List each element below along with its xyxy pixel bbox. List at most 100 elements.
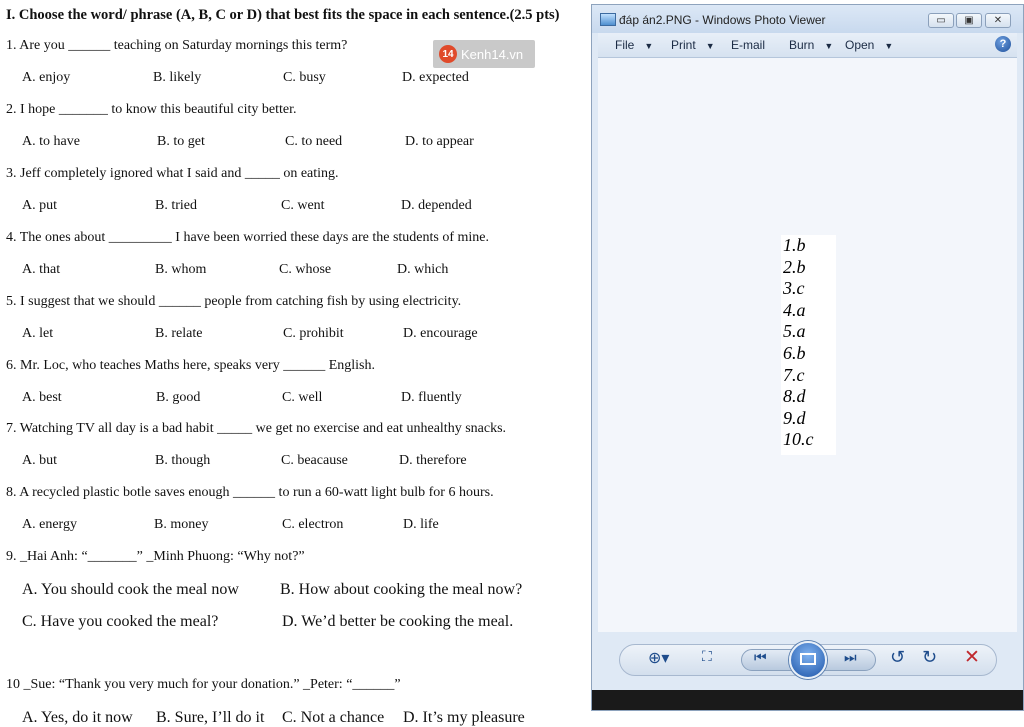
chevron-down-icon: ▼ xyxy=(644,41,654,51)
chevron-down-icon: ▼ xyxy=(824,41,834,51)
chevron-down-icon: ▼ xyxy=(884,41,894,51)
question-7-option-c: C. beacause xyxy=(281,453,348,468)
maximize-button[interactable]: ▣ xyxy=(956,13,982,28)
question-6: 6. Mr. Loc, who teaches Maths here, spea… xyxy=(6,358,375,373)
question-8-option-b: B. money xyxy=(154,517,209,532)
answer-1: 1.b xyxy=(783,235,806,255)
question-3-option-b: B. tried xyxy=(155,198,197,213)
question-7-option-b: B. though xyxy=(155,453,211,468)
question-10-option-c: C. Not a chance xyxy=(282,709,385,726)
answer-key-image: 1.b 2.b 3.c 4.a 5.a 6.b 7.c 8.d 9.d 10.c xyxy=(781,235,836,455)
close-button[interactable]: ✕ xyxy=(985,13,1011,28)
menu-print[interactable]: Print ▼ xyxy=(671,38,715,52)
help-icon[interactable]: ? xyxy=(995,36,1011,52)
question-2-option-a: A. to have xyxy=(22,134,80,149)
exercise-heading: I. Choose the word/ phrase (A, B, C or D… xyxy=(6,7,560,23)
next-icon[interactable]: ⏭ xyxy=(844,650,857,666)
photo-viewer-app-icon xyxy=(600,13,616,26)
title-bar: đáp án2.PNG - Windows Photo Viewer ▭ ▣ ✕ xyxy=(592,5,1023,33)
question-6-option-b: B. good xyxy=(156,390,201,405)
question-4-option-a: A. that xyxy=(22,262,61,277)
question-2: 2. I hope _______ to know this beautiful… xyxy=(6,102,297,117)
menu-email[interactable]: E-mail xyxy=(731,38,765,52)
question-7: 7. Watching TV all day is a bad habit __… xyxy=(6,421,507,436)
menu-open-label: Open xyxy=(845,38,875,52)
kenh14-watermark: 14 Kenh14.vn xyxy=(433,40,535,68)
question-1-option-a: A. enjoy xyxy=(22,70,71,85)
image-canvas: 1.b 2.b 3.c 4.a 5.a 6.b 7.c 8.d 9.d 10.c xyxy=(598,58,1017,632)
taskbar-strip xyxy=(592,690,1023,710)
question-5-option-d: D. encourage xyxy=(403,326,478,341)
actual-size-icon[interactable]: ⛶ xyxy=(702,649,712,665)
question-4: 4. The ones about _________ I have been … xyxy=(6,230,489,245)
previous-icon[interactable]: ⏮ xyxy=(754,650,767,666)
question-9-option-c: C. Have you cooked the meal? xyxy=(22,613,219,630)
question-7-option-a: A. but xyxy=(22,453,57,468)
menu-bar: File ▼ Print ▼ E-mail Burn ▼ Open ▼ ? xyxy=(598,33,1017,58)
question-10: 10 _Sue: “Thank you very much for your d… xyxy=(6,677,401,692)
minimize-button[interactable]: ▭ xyxy=(928,13,954,28)
question-1-option-d: D. expected xyxy=(402,70,469,85)
question-3-option-a: A. put xyxy=(22,198,57,213)
question-1-option-c: C. busy xyxy=(283,70,326,85)
answer-9: 9.d xyxy=(783,407,806,428)
question-8-option-c: C. electron xyxy=(282,517,344,532)
question-8-option-d: D. life xyxy=(403,517,439,532)
question-6-option-a: A. best xyxy=(22,390,62,405)
question-2-option-b: B. to get xyxy=(157,134,205,149)
delete-icon[interactable]: ✕ xyxy=(964,646,980,668)
question-3: 3. Jeff completely ignored what I said a… xyxy=(6,166,339,181)
question-3-option-c: C. went xyxy=(281,198,325,213)
question-4-option-b: B. whom xyxy=(155,262,207,277)
slideshow-button[interactable] xyxy=(789,641,827,679)
question-10-option-d: D. It’s my pleasure xyxy=(403,709,525,726)
menu-burn[interactable]: Burn ▼ xyxy=(789,38,833,52)
question-1-option-b: B. likely xyxy=(153,70,202,85)
watermark-text: Kenh14.vn xyxy=(461,46,524,62)
question-4-option-d: D. which xyxy=(397,262,449,277)
menu-burn-label: Burn xyxy=(789,38,815,52)
answer-10: 10.c xyxy=(783,429,814,450)
answer-3: 3.c xyxy=(783,278,805,299)
menu-print-label: Print xyxy=(671,38,696,52)
question-10-option-a: A. Yes, do it now xyxy=(22,709,133,726)
question-6-option-d: D. fluently xyxy=(401,390,462,405)
question-5-option-c: C. prohibit xyxy=(283,326,344,341)
chevron-down-icon: ▼ xyxy=(705,41,715,51)
menu-open[interactable]: Open ▼ xyxy=(845,38,893,52)
question-10-option-b: B. Sure, I’ll do it xyxy=(156,709,265,726)
worksheet-document: I. Choose the word/ phrase (A, B, C or D… xyxy=(0,0,592,726)
slideshow-icon xyxy=(800,653,816,665)
question-1: 1. Are you ______ teaching on Saturday m… xyxy=(6,38,348,53)
kenh14-logo-icon: 14 xyxy=(439,45,457,63)
photo-viewer-window: đáp án2.PNG - Windows Photo Viewer ▭ ▣ ✕… xyxy=(591,4,1024,711)
answer-7: 7.c xyxy=(783,364,805,385)
question-3-option-d: D. depended xyxy=(401,198,472,213)
question-5-option-a: A. let xyxy=(22,326,54,341)
question-4-option-c: C. whose xyxy=(279,262,332,277)
menu-email-label: E-mail xyxy=(731,38,766,52)
rotate-counterclockwise-icon[interactable]: ↺ xyxy=(890,647,905,668)
answer-4: 4.a xyxy=(783,299,806,320)
rotate-clockwise-icon[interactable]: ↻ xyxy=(922,647,937,668)
question-2-option-d: D. to appear xyxy=(405,134,474,149)
question-9-option-b: B. How about cooking the meal now? xyxy=(280,581,523,598)
question-9: 9. _Hai Anh: “_______” _Minh Phuong: “Wh… xyxy=(6,549,305,564)
question-8-option-a: A. energy xyxy=(22,517,77,532)
question-8: 8. A recycled plastic botle saves enough… xyxy=(6,485,494,500)
menu-file-label: File xyxy=(615,38,635,52)
menu-file[interactable]: File ▼ xyxy=(615,38,653,52)
question-5: 5. I suggest that we should ______ peopl… xyxy=(6,294,462,309)
question-6-option-c: C. well xyxy=(282,390,323,405)
answer-2: 2.b xyxy=(783,256,806,277)
question-9-option-d: D. We’d better be cooking the meal. xyxy=(282,613,514,630)
question-2-option-c: C. to need xyxy=(285,134,343,149)
answer-8: 8.d xyxy=(783,386,806,407)
answer-6: 6.b xyxy=(783,342,806,363)
answer-5: 5.a xyxy=(783,321,806,342)
question-9-option-a: A. You should cook the meal now xyxy=(22,581,239,598)
question-7-option-d: D. therefore xyxy=(399,453,467,468)
window-title: đáp án2.PNG - Windows Photo Viewer xyxy=(619,13,826,27)
question-5-option-b: B. relate xyxy=(155,326,203,341)
zoom-icon[interactable]: ⊕▾ xyxy=(648,648,669,667)
